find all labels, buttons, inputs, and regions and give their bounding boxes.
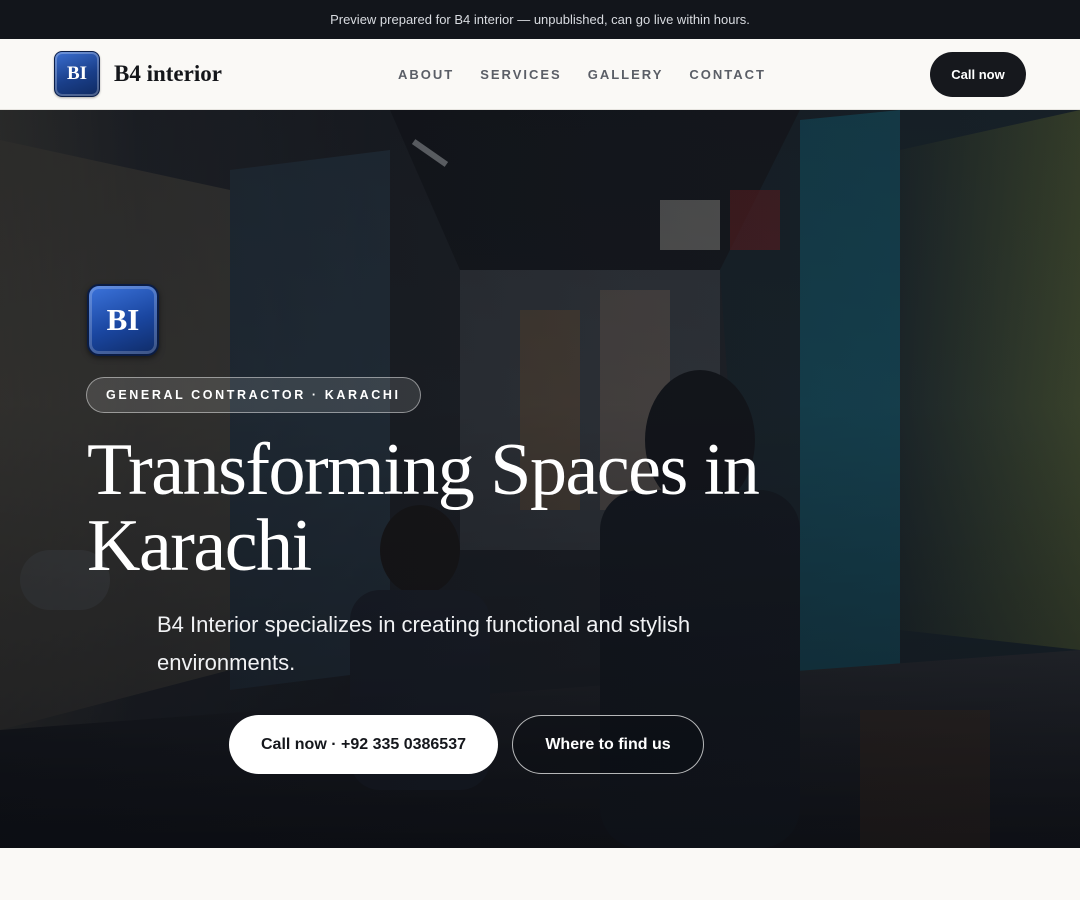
header-call-now-button[interactable]: Call now xyxy=(930,52,1026,97)
hero-section: BI GENERAL CONTRACTOR · KARACHI Transfor… xyxy=(0,110,1080,848)
nav-about[interactable]: ABOUT xyxy=(398,67,454,82)
nav-contact[interactable]: CONTACT xyxy=(689,67,766,82)
brand-home-link[interactable]: BI B4 interior xyxy=(54,51,222,97)
hero-call-now-button[interactable]: Call now · +92 335 0386537 xyxy=(229,715,498,774)
hero-title: Transforming Spaces in Karachi xyxy=(87,429,760,587)
hero-logo-badge-icon: BI xyxy=(87,284,159,356)
where-to-find-us-button[interactable]: Where to find us xyxy=(512,715,704,774)
hero-subtitle: B4 Interior specializes in creating func… xyxy=(157,612,691,675)
main-nav: ABOUT SERVICES GALLERY CONTACT xyxy=(398,39,766,109)
nav-gallery[interactable]: GALLERY xyxy=(588,67,664,82)
nav-services[interactable]: SERVICES xyxy=(480,67,562,82)
hero-logo-text: BI xyxy=(106,302,140,337)
logo-text: BI xyxy=(66,63,88,84)
preview-banner-text: Preview prepared for B4 interior — unpub… xyxy=(330,12,750,27)
next-section xyxy=(0,848,1080,900)
preview-banner: Preview prepared for B4 interior — unpub… xyxy=(0,0,1080,39)
site-header: BI B4 interior ABOUT SERVICES GALLERY CO… xyxy=(0,39,1080,110)
hero-category-tag: GENERAL CONTRACTOR · KARACHI xyxy=(86,377,421,413)
brand-name: B4 interior xyxy=(114,61,222,86)
logo-badge-icon: BI xyxy=(54,51,100,97)
